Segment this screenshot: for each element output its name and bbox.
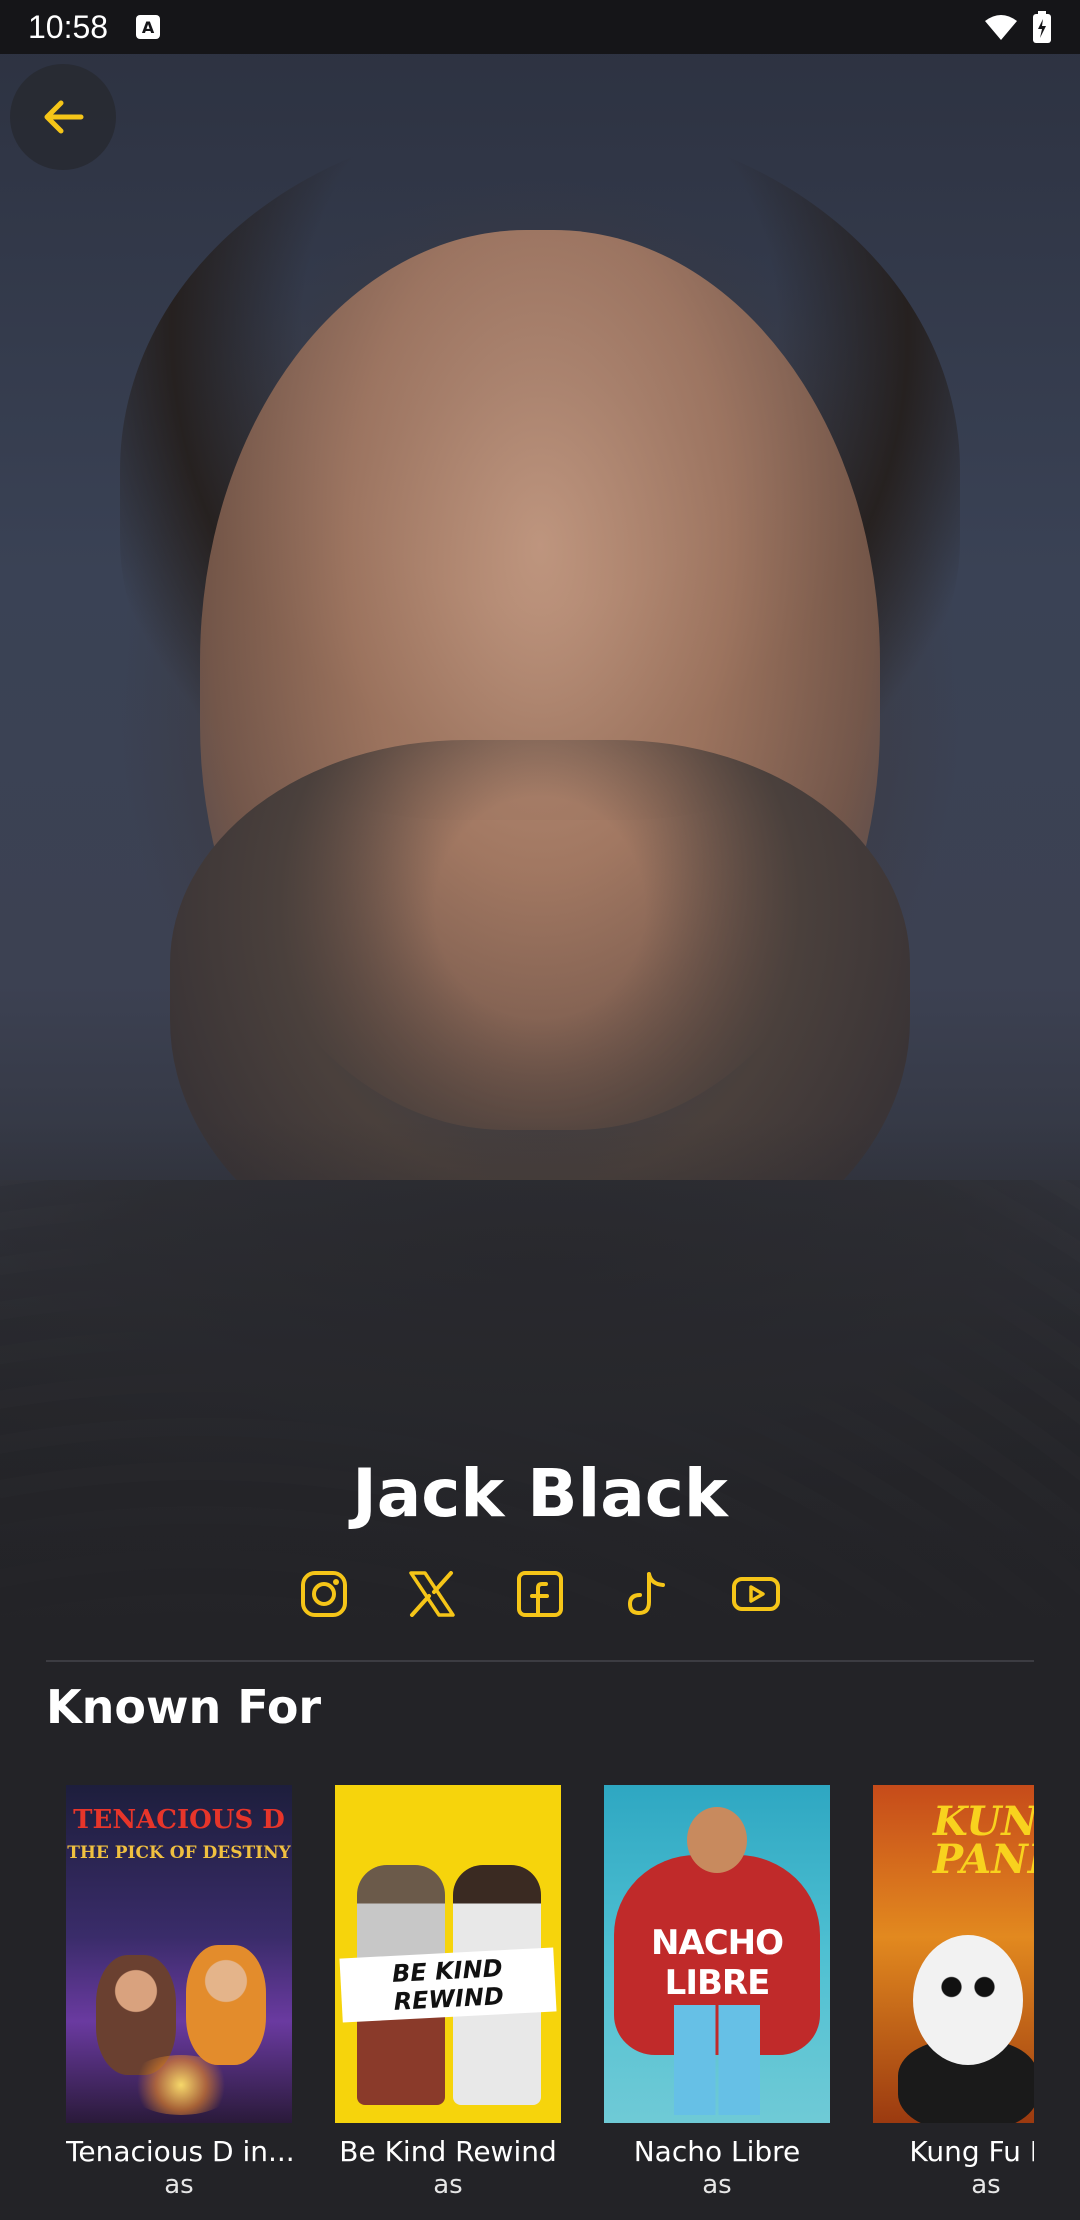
poster-subtitle: THE PICK OF DESTINY — [67, 1843, 291, 1863]
movie-title: Kung Fu Pa — [909, 2135, 1034, 2168]
movie-card[interactable]: TENACIOUS D THE PICK OF DESTINY Tenaciou… — [66, 1785, 292, 2200]
tiktok-link[interactable] — [623, 1568, 673, 1620]
known-for-heading: Known For — [46, 1680, 322, 1734]
movie-title: Be Kind Rewind — [339, 2135, 557, 2168]
movie-role: as — [164, 2170, 194, 2200]
actor-photo — [0, 0, 1080, 1640]
tiktok-icon — [627, 1572, 665, 1616]
status-time: 10:58 — [28, 8, 109, 45]
poster-figure — [186, 1945, 266, 2065]
poster-title: NACHO LIBRE — [650, 1923, 784, 2003]
instagram-icon — [301, 1571, 347, 1617]
poster-figure — [913, 1935, 1023, 2065]
poster-figure — [687, 1807, 747, 1873]
movie-role: as — [971, 2170, 1001, 2200]
x-icon — [409, 1571, 455, 1617]
poster-title: TENACIOUS D — [73, 1805, 285, 1835]
movie-poster[interactable]: KUNG F PAND — [873, 1785, 1034, 2123]
notification-icon: A — [136, 15, 161, 39]
instagram-link[interactable] — [299, 1568, 349, 1620]
battery-icon — [1033, 11, 1051, 43]
photo-fade — [0, 1120, 1080, 1640]
actor-name: Jack Black — [352, 1455, 728, 1532]
movie-role: as — [702, 2170, 732, 2200]
wifi-icon — [985, 15, 1017, 40]
poster-figure — [674, 2005, 760, 2115]
arrow-left-icon — [44, 100, 84, 134]
movie-card[interactable]: KUNG F PAND Kung Fu Pa as — [873, 1785, 1034, 2200]
status-icons — [984, 11, 1052, 43]
poster-title: KUNG F PAND — [933, 1798, 1034, 1883]
x-link[interactable] — [407, 1568, 457, 1620]
movie-card[interactable]: BE KIND REWIND Be Kind Rewind as — [335, 1785, 561, 2200]
section-divider — [46, 1660, 1034, 1662]
movie-role: as — [433, 2170, 463, 2200]
facebook-link[interactable] — [515, 1568, 565, 1620]
movie-title: Nacho Libre — [633, 2135, 801, 2168]
known-for-carousel[interactable]: TENACIOUS D THE PICK OF DESTINY Tenaciou… — [66, 1785, 1034, 2220]
youtube-icon — [732, 1577, 780, 1611]
status-bar: 10:58 A — [0, 0, 1080, 54]
poster-glow — [126, 2055, 236, 2115]
movie-poster[interactable]: BE KIND REWIND — [335, 1785, 561, 2123]
poster-title: BE KIND REWIND — [339, 1947, 557, 2023]
movie-title: Tenacious D in... — [66, 2135, 292, 2168]
youtube-link[interactable] — [731, 1568, 781, 1620]
back-button[interactable] — [10, 64, 116, 170]
movie-card[interactable]: NACHO LIBRE Nacho Libre as — [604, 1785, 830, 2200]
social-links — [0, 1568, 1080, 1620]
movie-poster[interactable]: TENACIOUS D THE PICK OF DESTINY — [66, 1785, 292, 2123]
movie-poster[interactable]: NACHO LIBRE — [604, 1785, 830, 2123]
facebook-icon — [517, 1571, 563, 1617]
